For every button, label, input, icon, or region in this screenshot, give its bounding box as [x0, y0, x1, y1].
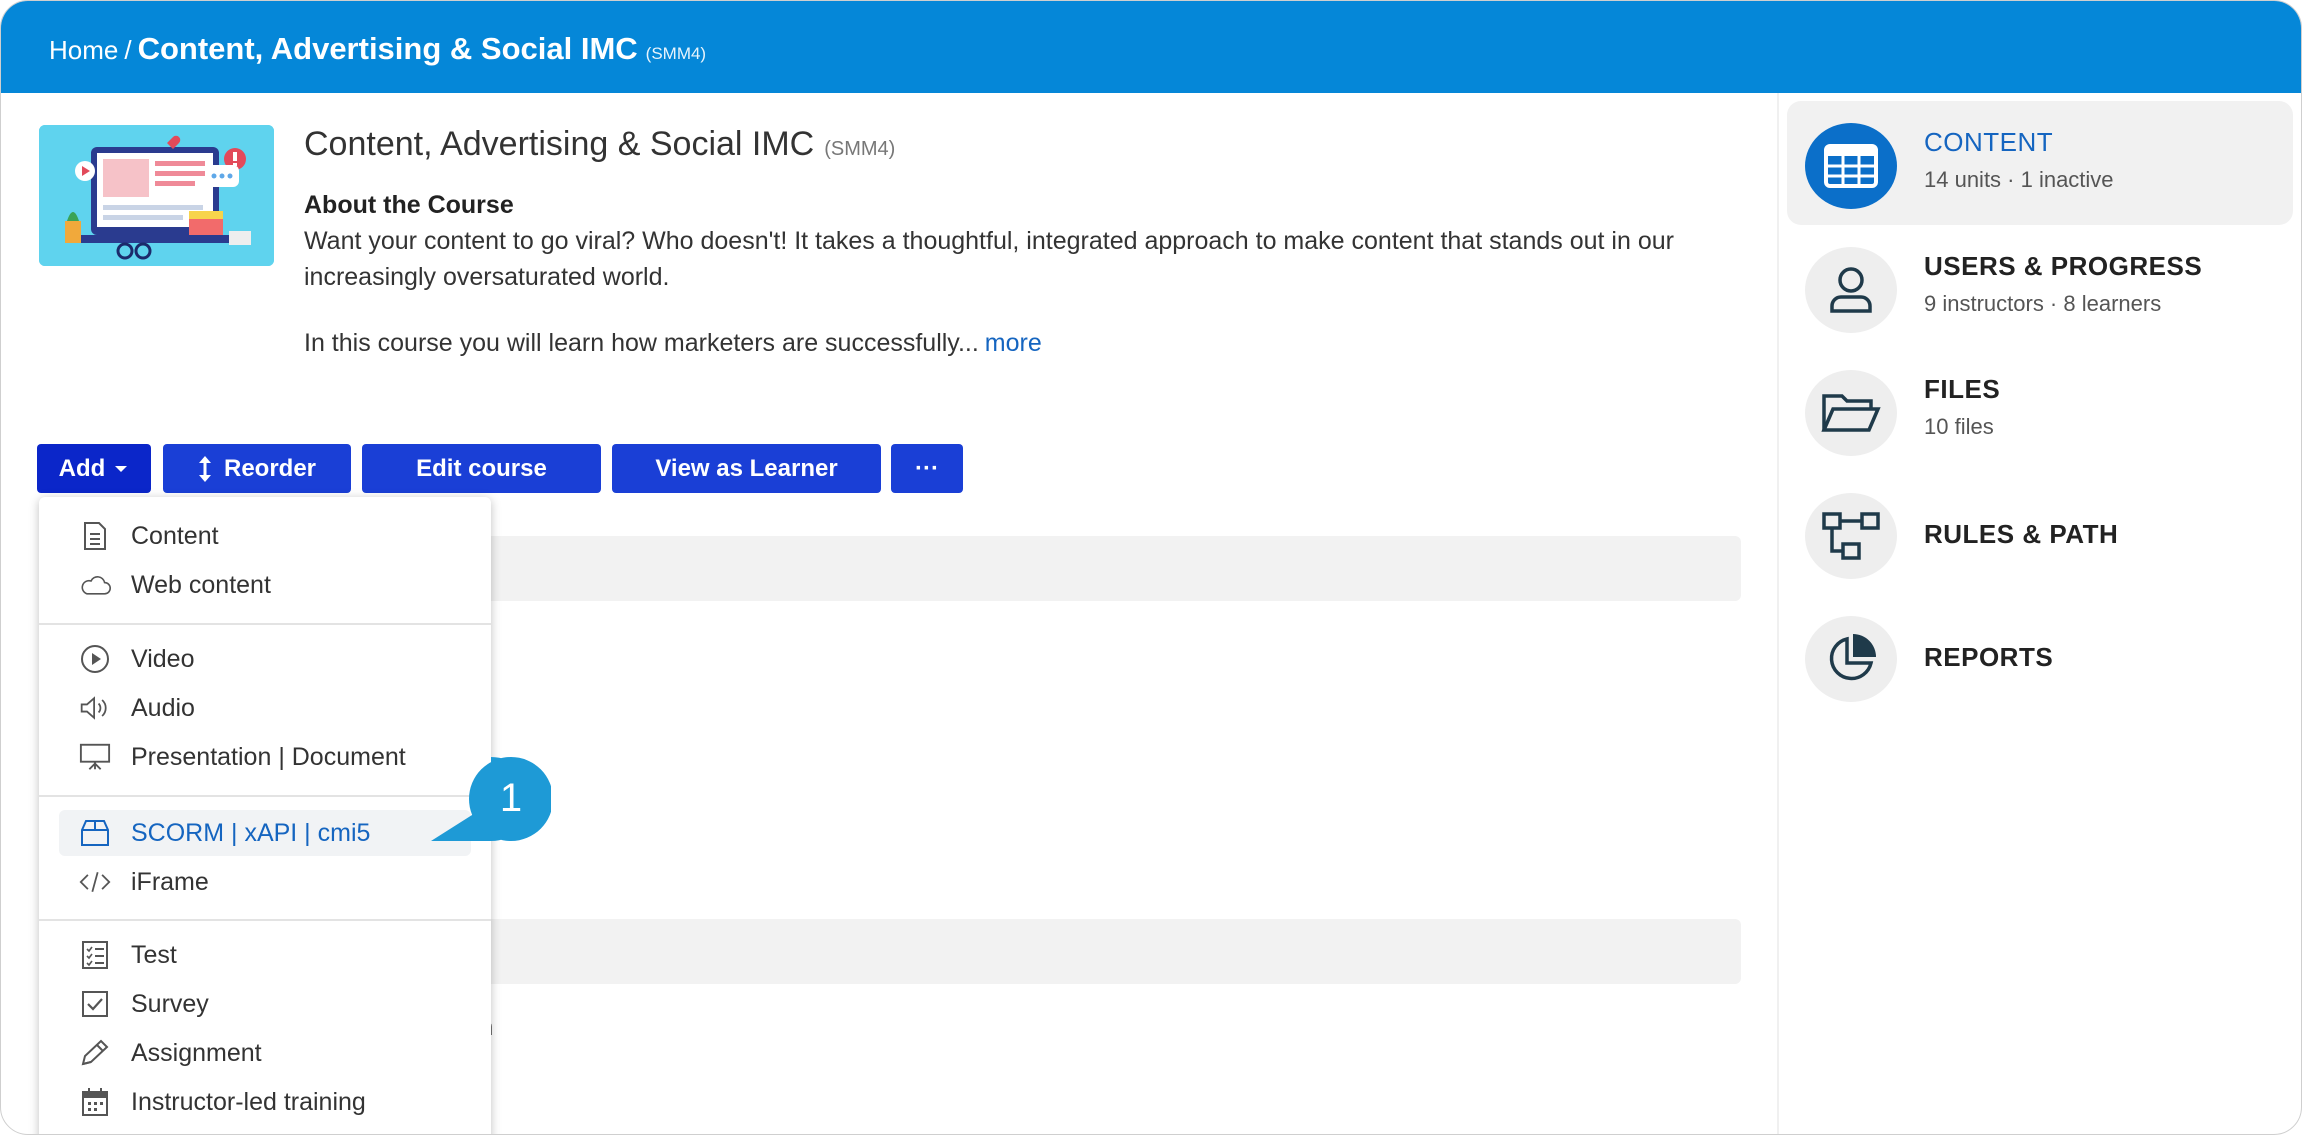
- nav-subtitle: 9 instructors · 8 learners: [1924, 291, 2162, 316]
- course-title-text: Content, Advertising & Social IMC: [304, 125, 815, 163]
- add-button[interactable]: Add: [37, 444, 151, 493]
- nav-icon-circle: [1805, 247, 1897, 333]
- menu-item-video[interactable]: Video: [39, 636, 491, 682]
- pie-chart-icon: [1829, 634, 1876, 681]
- sidebar-item-rules-path[interactable]: RULES & PATH: [1787, 471, 2293, 595]
- package-icon: [79, 818, 111, 848]
- breadcrumb-separator: /: [124, 35, 132, 65]
- course-summary: In this course you will learn how market…: [304, 329, 1042, 358]
- menu-item-label: Instructor-led training: [131, 1087, 366, 1116]
- menu-item-content[interactable]: Content: [39, 513, 491, 559]
- course-thumbnail: [39, 125, 274, 266]
- breadcrumb: Home / Content, Advertising & Social IMC…: [49, 31, 706, 67]
- menu-item-label: SCORM | xAPI | cmi5: [131, 818, 371, 847]
- nav-title: USERS & PROGRESS: [1924, 251, 2203, 281]
- menu-item-label: Audio: [131, 693, 195, 722]
- more-options-button[interactable]: ···: [891, 444, 963, 493]
- unit-section-bar: [471, 919, 1741, 984]
- menu-item-label: iFrame: [131, 867, 209, 896]
- add-dropdown-menu: Content Web content Video Audio Presenta…: [39, 497, 491, 1134]
- checkbox-icon: [79, 989, 111, 1019]
- course-code: (SMM4): [824, 138, 896, 160]
- edit-course-button[interactable]: Edit course: [362, 444, 601, 493]
- nav-title: RULES & PATH: [1924, 519, 2119, 549]
- nav-icon-circle: [1805, 123, 1897, 209]
- about-heading: About the Course: [304, 191, 514, 219]
- nav-icon-circle: [1805, 370, 1897, 456]
- menu-item-survey[interactable]: Survey: [39, 981, 491, 1027]
- menu-item-label: Web content: [131, 570, 271, 599]
- breadcrumb-home-link[interactable]: Home: [49, 35, 118, 66]
- view-as-learner-button[interactable]: View as Learner: [612, 444, 881, 493]
- course-summary-text: In this course you will learn how market…: [304, 329, 979, 357]
- nav-title: FILES: [1924, 374, 2001, 404]
- nav-icon-circle: [1805, 616, 1897, 702]
- menu-divider: [39, 919, 491, 921]
- menu-item-test[interactable]: Test: [39, 932, 491, 978]
- nav-title: REPORTS: [1924, 642, 2054, 672]
- menu-divider: [39, 623, 491, 625]
- cloud-icon: [79, 570, 111, 600]
- sidebar-item-reports[interactable]: REPORTS: [1787, 594, 2293, 718]
- callout-number: 1: [500, 776, 522, 820]
- vertical-arrows-icon: [198, 455, 211, 482]
- user-icon: [1830, 267, 1872, 313]
- menu-item-presentation[interactable]: Presentation | Document: [39, 734, 491, 780]
- menu-item-label: Content: [131, 521, 219, 550]
- code-icon: [79, 867, 111, 897]
- course-title: Content, Advertising & Social IMC (SMM4): [304, 125, 895, 164]
- checklist-icon: [79, 940, 111, 970]
- menu-item-iframe[interactable]: iFrame: [39, 859, 491, 905]
- folder-icon: [1821, 394, 1881, 432]
- nav-subtitle: 14 units · 1 inactive: [1924, 167, 2114, 192]
- menu-item-label: Survey: [131, 989, 209, 1018]
- course-illustration-icon: [39, 125, 274, 266]
- header-bar: Home / Content, Advertising & Social IMC…: [1, 1, 2301, 93]
- nav-title: CONTENT: [1924, 127, 2054, 157]
- sidebar-item-files[interactable]: FILES 10 files: [1787, 348, 2293, 472]
- callout-pointer-icon: 1: [431, 757, 553, 841]
- nav-icon-circle: [1805, 493, 1897, 579]
- unit-section-bar: [471, 536, 1741, 601]
- play-circle-icon: [79, 644, 111, 674]
- menu-item-assignment[interactable]: Assignment: [39, 1030, 491, 1076]
- about-description: Want your content to go viral? Who doesn…: [304, 227, 1674, 291]
- breadcrumb-course-code: (SMM4): [645, 44, 707, 63]
- step-callout-badge: 1: [431, 753, 553, 843]
- sidebar-item-content[interactable]: CONTENT 14 units · 1 inactive: [1787, 101, 2293, 225]
- menu-item-label: Test: [131, 940, 177, 969]
- menu-item-web-content[interactable]: Web content: [39, 562, 491, 608]
- more-link[interactable]: more: [985, 329, 1042, 357]
- menu-item-label: Presentation | Document: [131, 742, 406, 771]
- menu-item-label: Video: [131, 644, 195, 673]
- menu-item-audio[interactable]: Audio: [39, 685, 491, 731]
- menu-item-scorm[interactable]: SCORM | xAPI | cmi5: [59, 810, 471, 856]
- sidebar-item-users-progress[interactable]: USERS & PROGRESS 9 instructors · 8 learn…: [1787, 225, 2293, 349]
- add-button-label: Add: [58, 454, 106, 482]
- presentation-icon: [79, 742, 111, 772]
- reorder-button[interactable]: Reorder: [163, 444, 351, 493]
- menu-item-label: Assignment: [131, 1038, 262, 1067]
- breadcrumb-current: Content, Advertising & Social IMC: [137, 31, 638, 66]
- menu-divider: [39, 795, 491, 797]
- app-window: Home / Content, Advertising & Social IMC…: [0, 0, 2302, 1135]
- speaker-icon: [79, 693, 111, 723]
- pencil-icon: [79, 1038, 111, 1068]
- reorder-button-label: Reorder: [223, 454, 317, 482]
- menu-item-instructor-led-training[interactable]: Instructor-led training: [39, 1079, 491, 1125]
- calendar-icon: [79, 1087, 111, 1117]
- sidebar-divider: [1777, 93, 1779, 1134]
- grid-icon: [1824, 144, 1878, 188]
- nav-subtitle: 10 files: [1924, 414, 1994, 439]
- caret-down-icon: [115, 465, 128, 472]
- flow-icon: [1822, 512, 1880, 560]
- document-icon: [79, 521, 111, 551]
